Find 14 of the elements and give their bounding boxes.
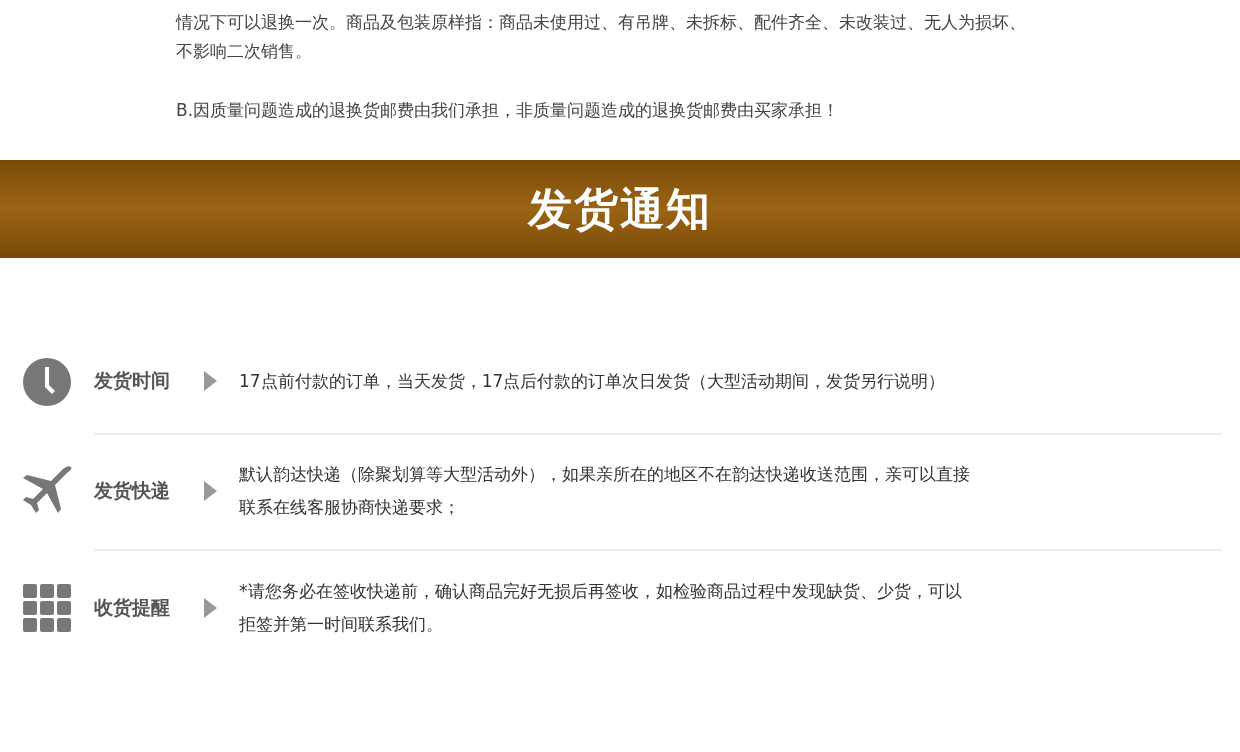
banner-title: 发货通知 bbox=[528, 181, 712, 236]
row-label: 发货快递 bbox=[94, 478, 171, 503]
clock-icon bbox=[23, 358, 71, 406]
grid-icon bbox=[23, 584, 71, 632]
row-text: 17点前付款的订单，当天发货，17点后付款的订单次日发货（大型活动期间，发货另行说明） bbox=[239, 369, 946, 393]
triangle-icon bbox=[204, 481, 217, 501]
row-label: 发货时间 bbox=[94, 368, 171, 393]
triangle-icon bbox=[204, 598, 217, 618]
row-text: *请您务必在签收快递前，确认商品完好无损后再签收，如检验商品过程中发现缺货、少货，可以 拒签并第一时间联系我们。 bbox=[239, 580, 962, 636]
row-text: 默认韵达快递（除聚划算等大型活动外），如果亲所在的地区不在韵达快递收送范围，亲可以直接 联系在线客服协商快递要求； bbox=[239, 463, 970, 519]
policy-paragraph: B.因质量问题造成的退换货邮费由我们承担，非质量问题造成的退换货邮费由买家承担！ bbox=[176, 99, 840, 122]
policy-paragraph: 情况下可以退换一次。商品及包装原样指：商品未使用过、有吊牌、未拆标、配件齐全、未改装过、无人为损坏、 不影响二次销售。 bbox=[176, 11, 1026, 63]
row-label: 收货提醒 bbox=[94, 595, 171, 620]
triangle-icon bbox=[204, 371, 217, 391]
